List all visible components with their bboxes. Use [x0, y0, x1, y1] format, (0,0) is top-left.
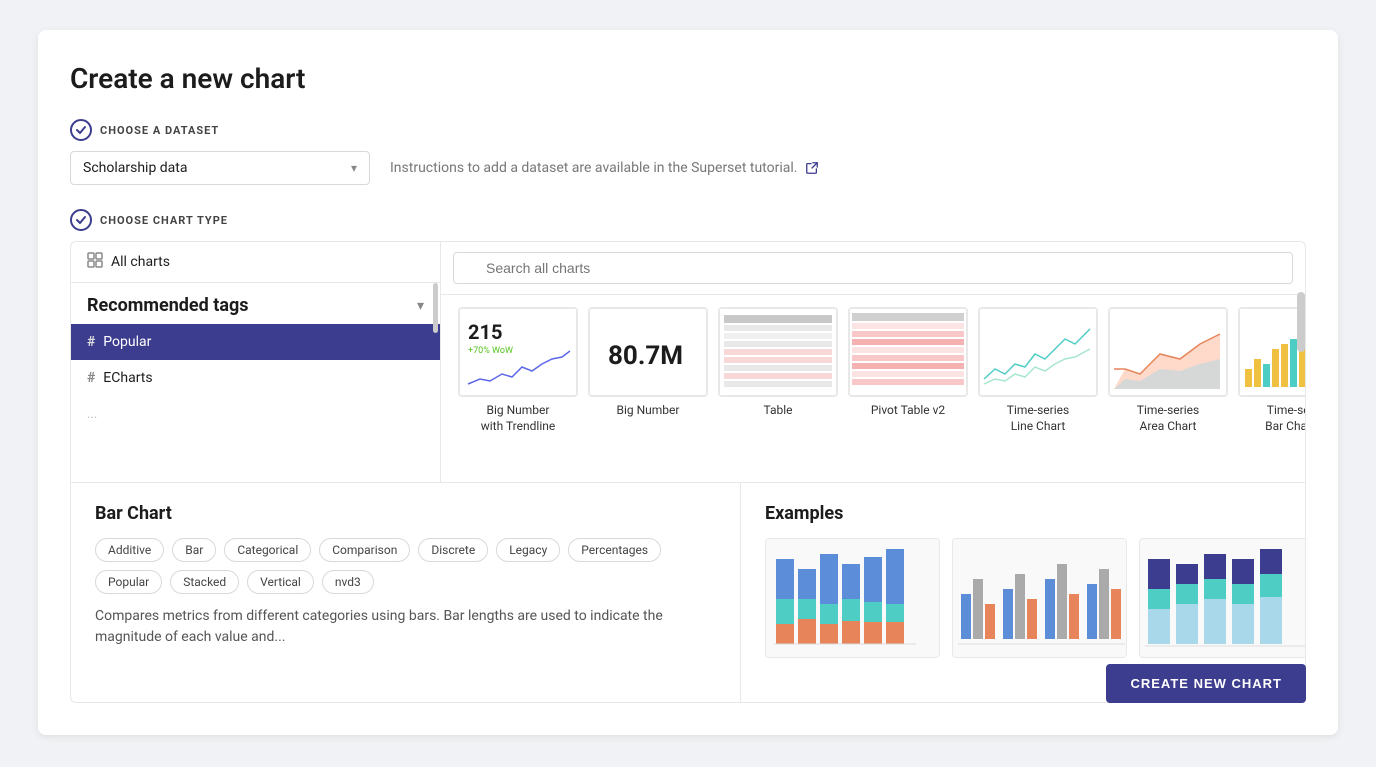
- chart-thumb-label-bignumber-trendline: Big Numberwith Trendline: [481, 403, 555, 434]
- chart-thumb-label-ts-area: Time-seriesArea Chart: [1137, 403, 1199, 434]
- choose-dataset-step: CHOOSE A DATASET: [70, 119, 1306, 141]
- chart-thumb-label-ts-bar: Time-seriesBar Chart v2: [1265, 403, 1305, 434]
- chart-thumb-label-pivot-table: Pivot Table v2: [871, 403, 945, 419]
- hash-icon-echarts: #: [87, 370, 95, 386]
- chart-thumb-ts-line[interactable]: Time-seriesLine Chart: [973, 307, 1103, 434]
- chart-thumb-img-ts-bar: [1238, 307, 1305, 397]
- chart-type-inner: All charts Recommended tags ▾ # Popular: [71, 242, 1305, 482]
- svg-text:+70% WoW: +70% WoW: [468, 346, 513, 356]
- hash-icon-popular: #: [87, 334, 95, 350]
- dataset-row: Scholarship data ▾ Instructions to add a…: [70, 151, 1306, 185]
- chart-type-sidebar: All charts Recommended tags ▾ # Popular: [71, 242, 441, 482]
- grid-icon: [87, 252, 103, 272]
- tag-comparison[interactable]: Comparison: [319, 538, 410, 562]
- svg-text:80.7M: 80.7M: [608, 341, 683, 371]
- chart-info-panel: Bar Chart Additive Bar Categorical Compa…: [71, 483, 741, 702]
- sidebar-tag-popular[interactable]: # Popular: [71, 324, 440, 360]
- dataset-selected-value: Scholarship data: [83, 160, 187, 176]
- step2-check-icon: [70, 209, 92, 231]
- chart-thumb-img-pivot-table: [848, 307, 968, 397]
- chart-thumb-img-table: [718, 307, 838, 397]
- chart-thumbnails: 215 +70% WoW Big Numberwith Trendline: [441, 295, 1305, 482]
- examples-title: Examples: [765, 503, 1306, 524]
- chart-tags-row: Additive Bar Categorical Comparison Disc…: [95, 538, 716, 594]
- chart-area-scrollbar[interactable]: [1297, 292, 1305, 352]
- tag-additive[interactable]: Additive: [95, 538, 164, 562]
- chart-thumb-label-bignumber: Big Number: [617, 403, 680, 419]
- tag-stacked[interactable]: Stacked: [170, 570, 239, 594]
- tag-bar[interactable]: Bar: [172, 538, 216, 562]
- chart-thumb-label-table: Table: [763, 403, 792, 419]
- chart-thumb-bignumber-trendline[interactable]: 215 +70% WoW Big Numberwith Trendline: [453, 307, 583, 434]
- chart-thumb-bignumber[interactable]: 80.7M Big Number: [583, 307, 713, 419]
- example-thumb-1[interactable]: [765, 538, 940, 658]
- chart-thumb-ts-area[interactable]: Time-seriesArea Chart: [1103, 307, 1233, 434]
- page-title: Create a new chart: [70, 62, 1306, 95]
- dataset-select[interactable]: Scholarship data ▾: [70, 151, 370, 185]
- sidebar-tag-echarts[interactable]: # ECharts: [71, 360, 440, 396]
- chart-thumb-img-bignumber: 80.7M: [588, 307, 708, 397]
- examples-grid: [765, 538, 1306, 658]
- echarts-tag-label: ECharts: [103, 370, 152, 386]
- chart-type-section: All charts Recommended tags ▾ # Popular: [70, 241, 1306, 703]
- collapse-icon[interactable]: ▾: [417, 298, 424, 314]
- sidebar-tag-partial: ...: [71, 396, 440, 426]
- all-charts-label: All charts: [111, 254, 170, 270]
- dataset-hint: Instructions to add a dataset are availa…: [390, 160, 819, 176]
- chart-thumb-img-ts-area: [1108, 307, 1228, 397]
- search-bar: [441, 242, 1305, 295]
- tutorial-link[interactable]: [801, 160, 819, 176]
- chart-thumb-img-ts-line: [978, 307, 1098, 397]
- search-wrapper: [453, 252, 1293, 284]
- step1-check-icon: [70, 119, 92, 141]
- recommended-tags-title: Recommended tags: [87, 295, 249, 316]
- chart-thumb-pivot-table[interactable]: Pivot Table v2: [843, 307, 973, 419]
- step1-label: CHOOSE A DATASET: [100, 124, 219, 137]
- svg-text:215: 215: [468, 320, 502, 344]
- all-charts-item[interactable]: All charts: [71, 242, 440, 283]
- chevron-down-icon: ▾: [351, 161, 357, 175]
- chart-thumb-ts-bar[interactable]: Time-seriesBar Chart v2: [1233, 307, 1305, 434]
- search-input[interactable]: [453, 252, 1293, 284]
- step2-label: CHOOSE CHART TYPE: [100, 214, 228, 227]
- example-thumb-3[interactable]: [1139, 538, 1306, 658]
- create-new-chart-button[interactable]: CREATE NEW CHART: [1106, 664, 1306, 703]
- chart-thumb-img-bignumber-trendline: 215 +70% WoW: [458, 307, 578, 397]
- selected-chart-name: Bar Chart: [95, 503, 716, 524]
- example-thumb-2[interactable]: [952, 538, 1127, 658]
- chart-thumb-label-ts-line: Time-seriesLine Chart: [1007, 403, 1069, 434]
- popular-tag-label: Popular: [103, 334, 151, 350]
- tag-legacy[interactable]: Legacy: [496, 538, 560, 562]
- sidebar-scroll-area: Recommended tags ▾ # Popular # ECharts: [71, 283, 440, 482]
- chart-description: Compares metrics from different categori…: [95, 606, 716, 648]
- tag-discrete[interactable]: Discrete: [418, 538, 488, 562]
- tag-popular[interactable]: Popular: [95, 570, 162, 594]
- recommended-tags-header: Recommended tags ▾: [71, 283, 440, 324]
- choose-chart-type-step: CHOOSE CHART TYPE: [70, 209, 1306, 231]
- sidebar-scrollbar[interactable]: [433, 283, 438, 333]
- tag-nvd3[interactable]: nvd3: [322, 570, 374, 594]
- tag-percentages[interactable]: Percentages: [568, 538, 661, 562]
- tag-categorical[interactable]: Categorical: [224, 538, 311, 562]
- chart-thumb-table[interactable]: Table: [713, 307, 843, 419]
- tag-vertical[interactable]: Vertical: [247, 570, 314, 594]
- chart-grid-area: 215 +70% WoW Big Numberwith Trendline: [441, 242, 1305, 482]
